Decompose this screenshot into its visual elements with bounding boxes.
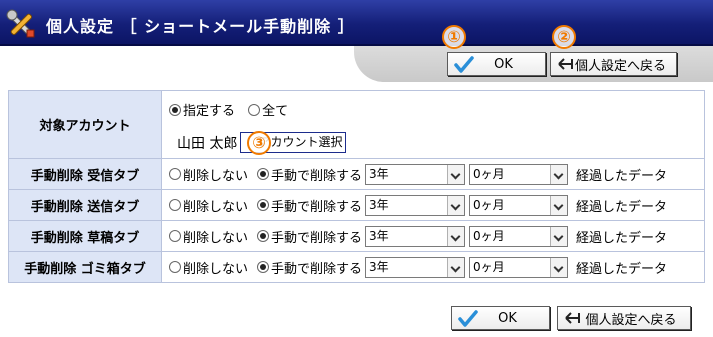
back-button-label: 個人設定へ戻る [574, 58, 666, 74]
manual-delete-option-trash[interactable]: 手動で削除する [257, 258, 362, 277]
chevron-down-icon[interactable] [550, 257, 568, 277]
back-button-label: 個人設定へ戻る [585, 312, 677, 328]
year-select-trash[interactable]: 3年 [365, 256, 466, 278]
month-select-trash[interactable]: 0ヶ月 [469, 256, 569, 278]
delete-row-sent: 手動削除 送信タブ 削除しない 手動で削除する 3年 0ヶ月 経過したデータ [8, 189, 705, 221]
chevron-down-icon[interactable] [447, 195, 465, 215]
manual-delete-option-inbox[interactable]: 手動で削除する [257, 165, 362, 184]
manual-delete-radio[interactable] [257, 261, 270, 273]
checkmark-icon [454, 56, 474, 73]
settings-table: 対象アカウント 指定する 全て 山田 太郎 アカウント選択 ③ 手動削除 受信タ… [8, 90, 705, 283]
no-delete-radio[interactable] [169, 168, 181, 180]
ok-button-label: OK [494, 56, 513, 72]
row-label-inbox: 手動削除 受信タブ [8, 158, 162, 190]
month-select-sent[interactable]: 0ヶ月 [469, 194, 569, 216]
month-select-drafts[interactable]: 0ヶ月 [469, 225, 569, 247]
chevron-down-icon[interactable] [447, 257, 465, 277]
year-select-sent[interactable]: 3年 [365, 194, 466, 216]
back-to-settings-button-top[interactable]: 個人設定へ戻る [550, 52, 677, 76]
title-bar: 個人設定 ［ ショートメール手動削除 ］ [0, 0, 713, 46]
no-delete-option-trash[interactable]: 削除しない [169, 258, 248, 277]
no-delete-option-inbox[interactable]: 削除しない [169, 165, 248, 184]
row-label-sent: 手動削除 送信タブ [8, 189, 162, 221]
no-delete-radio[interactable] [169, 261, 181, 273]
chevron-down-icon[interactable] [550, 195, 568, 215]
back-arrow-icon [565, 312, 580, 324]
target-specified-option[interactable]: 指定する [169, 100, 235, 119]
tools-icon [6, 9, 35, 38]
selected-user-name: 山田 太郎 [177, 135, 238, 152]
manual-delete-radio[interactable] [257, 199, 270, 211]
ok-button-bottom[interactable]: OK [451, 306, 550, 330]
target-account-row: 対象アカウント 指定する 全て 山田 太郎 アカウント選択 ③ [8, 90, 705, 159]
manual-delete-option-sent[interactable]: 手動で削除する [257, 196, 362, 215]
manual-delete-option-drafts[interactable]: 手動で削除する [257, 227, 362, 246]
page-title: 個人設定 ［ ショートメール手動削除 ］ [46, 17, 355, 36]
back-to-settings-button-bottom[interactable]: 個人設定へ戻る [557, 306, 691, 330]
delete-row-inbox: 手動削除 受信タブ 削除しない 手動で削除する 3年 0ヶ月 経過したデータ [8, 158, 705, 190]
target-all-option[interactable]: 全て [248, 100, 288, 119]
ok-button-label: OK [498, 310, 517, 326]
chevron-down-icon[interactable] [447, 164, 465, 184]
elapsed-data-text: 経過したデータ [576, 261, 668, 277]
callout-3: ③ [247, 131, 271, 155]
checkmark-icon [458, 310, 478, 327]
no-delete-radio[interactable] [169, 230, 181, 242]
back-arrow-icon [558, 58, 573, 70]
elapsed-data-text: 経過したデータ [576, 230, 668, 246]
year-select-drafts[interactable]: 3年 [365, 225, 466, 247]
callout-1: ① [442, 25, 466, 49]
chevron-down-icon[interactable] [550, 164, 568, 184]
chevron-down-icon[interactable] [550, 226, 568, 246]
target-all-radio[interactable] [248, 103, 261, 116]
manual-delete-radio[interactable] [257, 230, 270, 242]
no-delete-option-drafts[interactable]: 削除しない [169, 227, 248, 246]
year-select-inbox[interactable]: 3年 [365, 163, 466, 185]
target-specified-radio[interactable] [169, 103, 181, 116]
no-delete-radio[interactable] [169, 199, 181, 211]
month-select-inbox[interactable]: 0ヶ月 [469, 163, 569, 185]
delete-row-trash: 手動削除 ゴミ箱タブ 削除しない 手動で削除する 3年 0ヶ月 経過したデータ [8, 251, 705, 283]
delete-row-drafts: 手動削除 草稿タブ 削除しない 手動で削除する 3年 0ヶ月 経過したデータ [8, 220, 705, 252]
manual-delete-radio[interactable] [257, 168, 270, 180]
no-delete-option-sent[interactable]: 削除しない [169, 196, 248, 215]
elapsed-data-text: 経過したデータ [576, 168, 668, 184]
target-account-header: 対象アカウント [8, 90, 162, 159]
chevron-down-icon[interactable] [447, 226, 465, 246]
elapsed-data-text: 経過したデータ [576, 199, 668, 215]
row-label-trash: 手動削除 ゴミ箱タブ [8, 251, 162, 283]
callout-2: ② [552, 25, 576, 49]
row-label-drafts: 手動削除 草稿タブ [8, 220, 162, 252]
ok-button-top[interactable]: OK [447, 52, 546, 76]
